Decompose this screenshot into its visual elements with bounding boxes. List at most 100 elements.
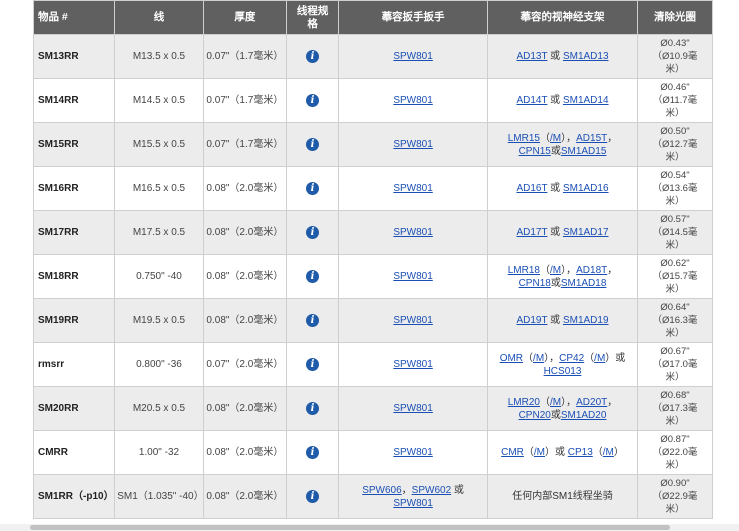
link-separator: （ bbox=[540, 132, 550, 144]
part-link[interactable]: SPW801 bbox=[393, 498, 432, 509]
part-link[interactable]: CPN18 bbox=[519, 278, 551, 289]
thread-spec-cell: i bbox=[286, 298, 340, 343]
info-icon[interactable]: i bbox=[306, 358, 320, 371]
part-link[interactable]: SPW801 bbox=[393, 403, 432, 414]
wrench-cell: SPW606，SPW602 或 SPW801 bbox=[338, 474, 489, 519]
wrench-cell: SPW801 bbox=[338, 166, 489, 211]
part-link[interactable]: SM1AD15 bbox=[561, 146, 607, 157]
part-link[interactable]: SPW801 bbox=[393, 447, 432, 458]
thread-cell: M14.5 x 0.5 bbox=[114, 78, 204, 123]
part-link[interactable]: CP13 bbox=[568, 447, 593, 458]
part-link[interactable]: CPN20 bbox=[519, 410, 551, 421]
clearance-cell: Ø0.57" （Ø14.5毫 米） bbox=[636, 210, 714, 255]
part-link[interactable]: LMR18 bbox=[508, 265, 540, 276]
link-separator: 或 bbox=[547, 227, 563, 238]
part-link[interactable]: SPW602 bbox=[412, 485, 451, 496]
part-link[interactable]: SPW801 bbox=[393, 271, 432, 282]
part-link[interactable]: AD16T bbox=[516, 183, 547, 194]
item-number: SM17RR bbox=[32, 210, 116, 255]
thread-cell: M19.5 x 0.5 bbox=[114, 298, 204, 343]
link-separator: 或 bbox=[547, 95, 563, 106]
part-link[interactable]: AD20T bbox=[576, 397, 607, 408]
part-link[interactable]: SPW801 bbox=[393, 227, 432, 238]
table-row: CMRR 1.00" -32 0.08"（2.0毫米） i SPW801 CMR（/M）或… bbox=[32, 430, 714, 475]
info-icon[interactable]: i bbox=[306, 138, 320, 151]
link-separator: 或 bbox=[547, 51, 563, 62]
part-link[interactable]: /M bbox=[550, 397, 561, 408]
wrench-cell: SPW801 bbox=[338, 78, 489, 123]
header-item: 物品 # bbox=[32, 0, 116, 35]
table-row: SM16RR M16.5 x 0.5 0.08"（2.0毫米） i SPW801 AD16… bbox=[32, 166, 714, 211]
part-link[interactable]: SM1AD18 bbox=[561, 278, 607, 289]
clearance-text: 米） bbox=[665, 504, 685, 515]
scrollbar-thumb[interactable] bbox=[30, 525, 670, 530]
part-link[interactable]: SM1AD13 bbox=[563, 51, 609, 62]
part-link[interactable]: AD19T bbox=[516, 315, 547, 326]
clearance-text: Ø0.68" bbox=[660, 390, 690, 401]
table-header-row: 物品 # 线 厚度 线程规 格 菶容扳手扳手 菶容的视神经支架 清除光圈 bbox=[32, 0, 714, 35]
header-thread-spec: 线程规 格 bbox=[286, 0, 340, 35]
info-icon[interactable]: i bbox=[306, 182, 320, 195]
collet-cell: LMR15（/M），AD15T， CPN15或SM1AD15 bbox=[487, 122, 638, 167]
clearance-cell: Ø0.90" （Ø22.9毫 米） bbox=[636, 474, 714, 519]
part-link[interactable]: /M bbox=[534, 447, 545, 458]
info-icon[interactable]: i bbox=[306, 226, 320, 239]
part-link[interactable]: SPW801 bbox=[393, 51, 432, 62]
info-icon[interactable]: i bbox=[306, 314, 320, 327]
part-link[interactable]: /M bbox=[533, 353, 544, 364]
part-link[interactable]: /M bbox=[603, 447, 614, 458]
part-link[interactable]: AD15T bbox=[576, 133, 607, 144]
clearance-text: 米） bbox=[665, 372, 685, 383]
thread-cell: M20.5 x 0.5 bbox=[114, 386, 204, 431]
info-icon[interactable]: i bbox=[306, 94, 320, 107]
part-link[interactable]: SPW801 bbox=[393, 315, 432, 326]
clearance-text: 米） bbox=[665, 416, 685, 427]
part-link[interactable]: AD13T bbox=[516, 51, 547, 62]
thread-spec-cell: i bbox=[286, 342, 340, 387]
link-separator: 或 bbox=[550, 145, 561, 157]
info-icon[interactable]: i bbox=[306, 402, 320, 415]
table-row: SM14RR M14.5 x 0.5 0.07"（1.7毫米） i SPW801 AD14… bbox=[32, 78, 714, 123]
part-link[interactable]: AD18T bbox=[576, 265, 607, 276]
clearance-text: Ø0.62" bbox=[660, 258, 690, 269]
link-separator: ）， bbox=[561, 264, 577, 276]
item-number: SM20RR bbox=[32, 386, 116, 431]
wrench-cell: SPW801 bbox=[338, 430, 489, 475]
part-link[interactable]: /M bbox=[550, 133, 561, 144]
part-link[interactable]: LMR20 bbox=[508, 397, 540, 408]
wrench-cell: SPW801 bbox=[338, 254, 489, 299]
part-link[interactable]: OMR bbox=[500, 353, 523, 364]
clearance-cell: Ø0.54" （Ø13.6毫 米） bbox=[636, 166, 714, 211]
part-link[interactable]: SM1AD17 bbox=[563, 227, 609, 238]
part-link[interactable]: SPW801 bbox=[393, 95, 432, 106]
part-link[interactable]: SPW801 bbox=[393, 359, 432, 370]
part-link[interactable]: LMR15 bbox=[508, 133, 540, 144]
part-link[interactable]: SPW801 bbox=[393, 139, 432, 150]
part-link[interactable]: AD17T bbox=[516, 227, 547, 238]
part-link[interactable]: SM1AD14 bbox=[563, 95, 609, 106]
info-icon[interactable]: i bbox=[306, 270, 320, 283]
part-link[interactable]: CMR bbox=[501, 447, 524, 458]
part-link[interactable]: CPN15 bbox=[519, 146, 551, 157]
item-number: SM13RR bbox=[32, 34, 116, 79]
table-row: SM13RR M13.5 x 0.5 0.07"（1.7毫米） i SPW801 AD13… bbox=[32, 34, 714, 79]
part-link[interactable]: /M bbox=[594, 353, 605, 364]
part-link[interactable]: SPW801 bbox=[393, 183, 432, 194]
thread-cell: SM1（1.035" -40） bbox=[114, 474, 204, 519]
part-link[interactable]: AD14T bbox=[516, 95, 547, 106]
info-icon[interactable]: i bbox=[306, 446, 320, 459]
part-link[interactable]: SM1AD19 bbox=[563, 315, 609, 326]
link-separator: （ bbox=[540, 396, 550, 408]
part-link[interactable]: SM1AD20 bbox=[561, 410, 607, 421]
part-link[interactable]: CP42 bbox=[559, 353, 584, 364]
info-icon[interactable]: i bbox=[306, 50, 320, 63]
info-icon[interactable]: i bbox=[306, 490, 320, 503]
part-link[interactable]: SPW606 bbox=[362, 485, 401, 496]
thread-spec-cell: i bbox=[286, 386, 340, 431]
part-link[interactable]: HCS013 bbox=[544, 366, 582, 377]
table-row: SM15RR M15.5 x 0.5 0.07"（1.7毫米） i SPW801 LMR1… bbox=[32, 122, 714, 167]
clearance-text: 米） bbox=[665, 284, 685, 295]
item-number: SM15RR bbox=[32, 122, 116, 167]
part-link[interactable]: SM1AD16 bbox=[563, 183, 609, 194]
part-link[interactable]: /M bbox=[550, 265, 561, 276]
